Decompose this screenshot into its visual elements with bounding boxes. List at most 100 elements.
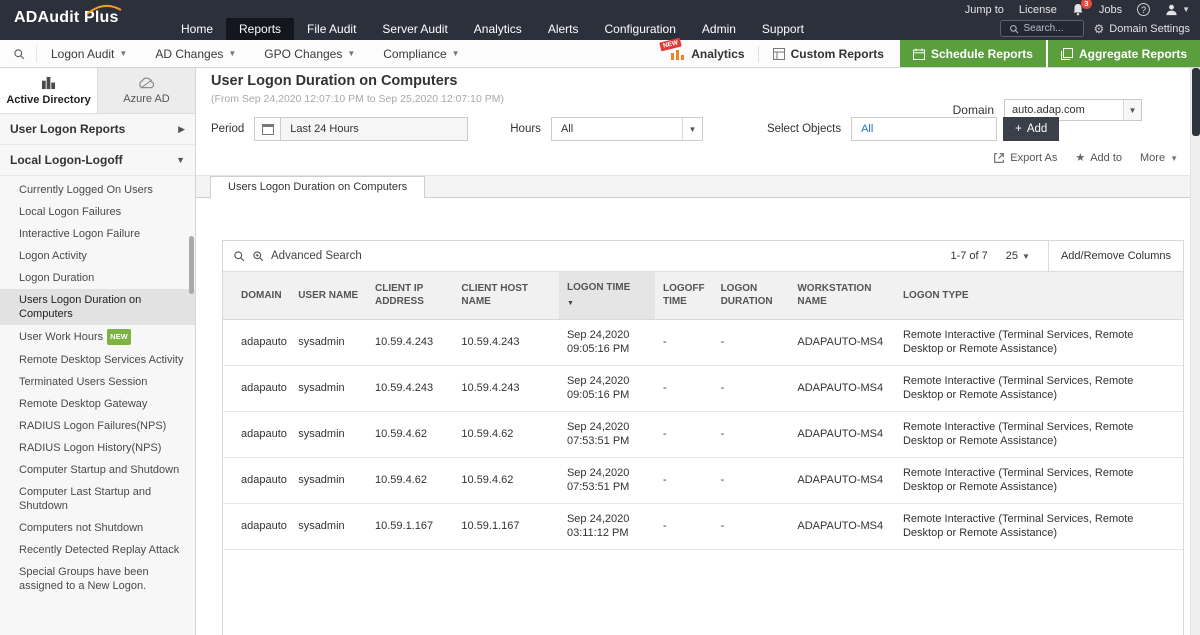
analytics-chart-icon — [671, 48, 685, 60]
nav-support[interactable]: Support — [749, 18, 817, 40]
domain-settings-button[interactable]: ⚙ Domain Settings — [1094, 23, 1190, 35]
sidebar-item-terminated-users-session[interactable]: Terminated Users Session — [0, 371, 195, 393]
column-header-logon-duration[interactable]: LOGON DURATION — [713, 272, 790, 319]
license-link[interactable]: License — [1019, 4, 1057, 16]
topbar-right: Search... ⚙ Domain Settings — [1000, 20, 1190, 37]
sidebar-report-list: Currently Logged On Users Local Logon Fa… — [0, 176, 195, 605]
sidebar-item-currently-logged-on-users[interactable]: Currently Logged On Users — [0, 179, 195, 201]
sidebar-item-remote-desktop-gateway[interactable]: Remote Desktop Gateway — [0, 393, 195, 415]
sidebar-item-logon-activity[interactable]: Logon Activity — [0, 245, 195, 267]
select-objects-input[interactable]: All — [851, 117, 997, 141]
sidebar-item-radius-logon-failures-nps[interactable]: RADIUS Logon Failures(NPS) — [0, 415, 195, 437]
menu-compliance[interactable]: Compliance▼ — [369, 47, 473, 61]
period-picker[interactable]: Last 24 Hours — [254, 117, 468, 141]
cell-logoff-time: - — [655, 411, 713, 457]
column-header-client-ip[interactable]: CLIENT IP ADDRESS — [367, 272, 453, 319]
jump-to-link[interactable]: Jump to — [965, 4, 1004, 16]
cell-logon-duration: - — [713, 411, 790, 457]
sidebar-item-users-logon-duration-on-computers[interactable]: Users Logon Duration on Computers — [0, 289, 195, 325]
sidebar-section-user-logon-reports[interactable]: User Logon Reports ▶ — [0, 114, 195, 145]
column-header-domain[interactable]: DOMAIN — [223, 272, 290, 319]
body: Active Directory Azure AD User Logon Rep… — [0, 68, 1200, 635]
domain-label: Domain — [953, 103, 994, 117]
notifications-button[interactable]: 3 — [1072, 3, 1084, 16]
nav-admin[interactable]: Admin — [689, 18, 749, 40]
column-header-logoff-time[interactable]: LOGOFF TIME — [655, 272, 713, 319]
schedule-reports-button[interactable]: Schedule Reports — [900, 40, 1046, 67]
sidebar: Active Directory Azure AD User Logon Rep… — [0, 68, 196, 635]
app-logo[interactable]: ADAudit Plus — [14, 9, 119, 27]
search-placeholder: Search... — [1024, 23, 1064, 34]
adaudit-plus-app: ADAudit Plus Jump to License 3 Jobs ? ▼ … — [0, 0, 1200, 635]
report-search-button[interactable] — [0, 45, 37, 61]
nav-file-audit[interactable]: File Audit — [294, 18, 369, 40]
main-nav: Home Reports File Audit Server Audit Ana… — [168, 18, 817, 40]
nav-analytics[interactable]: Analytics — [461, 18, 535, 40]
cell-client-host: 10.59.1.167 — [453, 503, 559, 549]
sidebar-item-user-work-hours[interactable]: User Work HoursNEW — [0, 325, 195, 349]
more-button[interactable]: More ▼ — [1140, 152, 1178, 164]
column-header-user-name[interactable]: USER NAME — [290, 272, 367, 319]
sidebar-scrollbar-thumb[interactable] — [189, 236, 194, 294]
cell-domain: adapauto — [223, 503, 290, 549]
add-remove-columns-button[interactable]: Add/Remove Columns — [1048, 241, 1183, 271]
page-size-select[interactable]: 25 ▼ — [1006, 250, 1030, 262]
hours-select[interactable]: All ▼ — [551, 117, 703, 141]
column-header-workstation[interactable]: WORKSTATION NAME — [789, 272, 895, 319]
sidebar-item-radius-logon-history-nps[interactable]: RADIUS Logon History(NPS) — [0, 437, 195, 459]
tab-users-logon-duration[interactable]: Users Logon Duration on Computers — [210, 176, 425, 198]
table-toolbar-right: 1-7 of 7 25 ▼ Add/Remove Columns — [950, 241, 1183, 271]
custom-reports-button[interactable]: Custom Reports — [759, 40, 898, 67]
nav-reports[interactable]: Reports — [226, 18, 294, 40]
cell-logon-type: Remote Interactive (Terminal Services, R… — [895, 365, 1183, 411]
menu-ad-changes[interactable]: AD Changes▼ — [141, 47, 250, 61]
column-header-logon-time[interactable]: LOGON TIME ▼ — [559, 272, 655, 319]
advanced-search-icon — [252, 250, 264, 262]
menu-logon-audit[interactable]: Logon Audit▼ — [37, 47, 141, 61]
cell-user-name: sysadmin — [290, 319, 367, 365]
aggregate-reports-button[interactable]: Aggregate Reports — [1048, 40, 1200, 67]
sidebar-item-interactive-logon-failure[interactable]: Interactive Logon Failure — [0, 223, 195, 245]
sidebar-item-special-groups-new-logon[interactable]: Special Groups have been assigned to a N… — [0, 561, 195, 597]
jobs-link[interactable]: Jobs — [1099, 4, 1122, 16]
column-header-logon-type[interactable]: LOGON TYPE — [895, 272, 1183, 319]
nav-server-audit[interactable]: Server Audit — [369, 18, 460, 40]
nav-configuration[interactable]: Configuration — [592, 18, 689, 40]
sidebar-item-computer-last-startup-and-shutdown[interactable]: Computer Last Startup and Shutdown — [0, 481, 195, 517]
sidebar-item-recently-detected-replay-attack[interactable]: Recently Detected Replay Attack — [0, 539, 195, 561]
analytics-button[interactable]: NEW Analytics — [658, 40, 757, 67]
table-row: adapauto sysadmin 10.59.4.62 10.59.4.62 … — [223, 457, 1183, 503]
page-scrollbar-thumb[interactable] — [1192, 68, 1200, 136]
sidebar-item-computers-not-shutdown[interactable]: Computers not Shutdown — [0, 517, 195, 539]
notification-badge: 3 — [1081, 0, 1092, 9]
sidebar-item-computer-startup-and-shutdown[interactable]: Computer Startup and Shutdown — [0, 459, 195, 481]
tab-azure-ad[interactable]: Azure AD — [98, 68, 195, 113]
add-button[interactable]: + Add — [1003, 117, 1059, 141]
sidebar-section-local-logon-logoff[interactable]: Local Logon-Logoff ▼ — [0, 145, 195, 176]
global-search-input[interactable]: Search... — [1000, 20, 1084, 37]
menu-gpo-changes[interactable]: GPO Changes▼ — [250, 47, 369, 61]
sidebar-item-logon-duration[interactable]: Logon Duration — [0, 267, 195, 289]
tab-active-directory[interactable]: Active Directory — [0, 68, 98, 113]
cell-client-host: 10.59.4.243 — [453, 319, 559, 365]
building-icon — [41, 76, 56, 90]
account-menu-button[interactable]: ▼ — [1165, 3, 1190, 16]
cell-user-name: sysadmin — [290, 411, 367, 457]
add-to-button[interactable]: ★ Add to — [1075, 152, 1122, 164]
cell-workstation: ADAPAUTO-MS4 — [789, 503, 895, 549]
cell-logoff-time: - — [655, 365, 713, 411]
table-header-row: DOMAIN USER NAME CLIENT IP ADDRESS CLIEN… — [223, 272, 1183, 319]
nav-alerts[interactable]: Alerts — [535, 18, 592, 40]
nav-home[interactable]: Home — [168, 18, 226, 40]
cell-client-ip: 10.59.4.62 — [367, 457, 453, 503]
export-as-button[interactable]: Export As — [993, 152, 1057, 164]
sidebar-item-local-logon-failures[interactable]: Local Logon Failures — [0, 201, 195, 223]
calendar-button[interactable] — [255, 118, 281, 140]
sidebar-item-remote-desktop-services-activity[interactable]: Remote Desktop Services Activity — [0, 349, 195, 371]
advanced-search-button[interactable]: Advanced Search — [233, 250, 362, 262]
page-scrollbar[interactable] — [1190, 68, 1200, 635]
column-header-client-host[interactable]: CLIENT HOST NAME — [453, 272, 559, 319]
report-header: User Logon Duration on Computers (From S… — [211, 73, 504, 105]
help-button[interactable]: ? — [1137, 3, 1150, 16]
report-table-panel: Advanced Search 1-7 of 7 25 ▼ Add/Remove… — [222, 240, 1184, 635]
